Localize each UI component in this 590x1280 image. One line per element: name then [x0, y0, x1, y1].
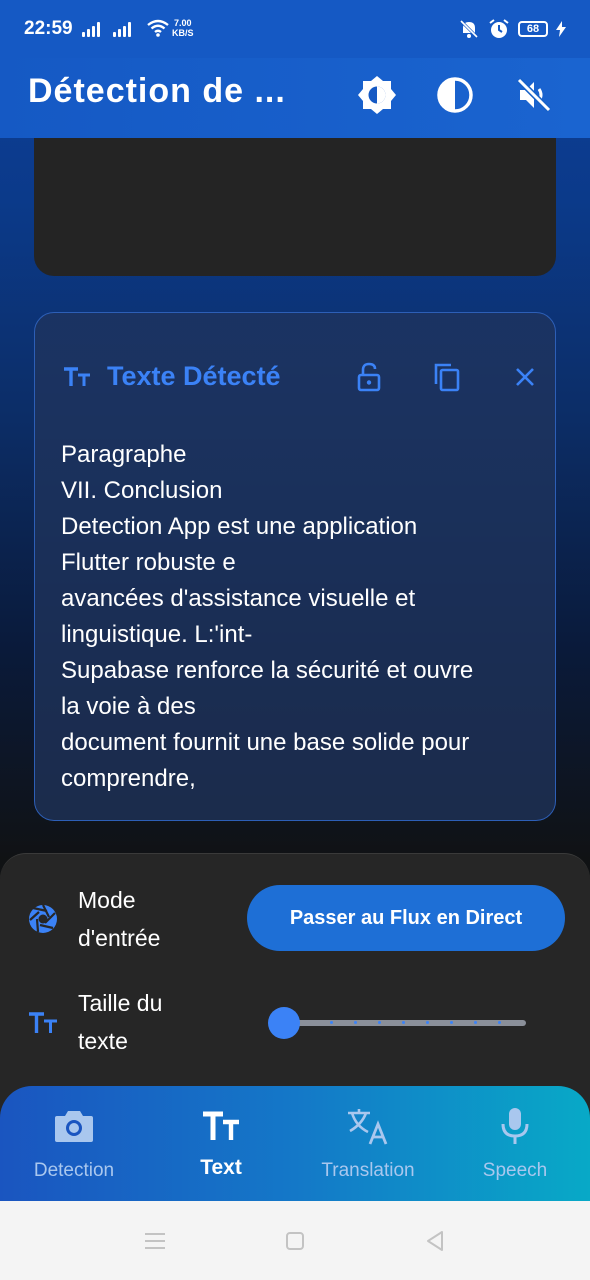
- network-speed: 7.00 KB/S: [172, 18, 194, 38]
- slider-tick: [330, 1021, 333, 1024]
- text-size-slider[interactable]: [268, 1006, 528, 1040]
- slider-tick: [402, 1021, 405, 1024]
- controls-panel: Mode d'entrée Passer au Flux en Direct T…: [0, 853, 590, 1123]
- menu-icon[interactable]: [141, 1227, 169, 1255]
- detected-text-line: avancées d'assistance visuelle et: [61, 585, 416, 612]
- input-mode-label-line: d'entrée: [78, 925, 161, 951]
- status-bar: 22:59 7.00 KB/S 68: [0, 0, 590, 58]
- signal-icon: [113, 21, 131, 37]
- card-title: Texte Détecté: [107, 361, 281, 391]
- status-right: 68: [458, 18, 566, 40]
- nav-label: Text: [200, 1156, 242, 1179]
- detected-text-line: VII. Conclusion: [61, 477, 223, 504]
- slider-tick: [354, 1021, 357, 1024]
- app-bar: Détection de ...: [0, 58, 590, 138]
- nav-item-speech[interactable]: Speech: [441, 1104, 589, 1194]
- text-size-icon: [26, 1006, 60, 1040]
- slider-tick: [450, 1021, 453, 1024]
- slider-tick: [474, 1021, 477, 1024]
- system-nav-bar: [0, 1201, 590, 1280]
- text-icon: [147, 1104, 295, 1148]
- card-header: Texte Détecté: [61, 357, 534, 397]
- nav-item-detection[interactable]: Detection: [0, 1104, 148, 1194]
- nav-item-text[interactable]: Text: [147, 1104, 295, 1194]
- text-size-label: Taille du texte: [78, 984, 162, 1060]
- slider-thumb[interactable]: [268, 1007, 300, 1039]
- text-size-icon: [61, 361, 93, 393]
- switch-live-stream-button[interactable]: Passer au Flux en Direct: [247, 885, 565, 951]
- detected-text-line: Flutter robuste e: [61, 549, 236, 576]
- charging-icon: [556, 21, 566, 37]
- camera-icon: [0, 1104, 148, 1148]
- wifi-icon: [147, 19, 169, 37]
- lock-open-icon[interactable]: [353, 361, 385, 393]
- detected-text-line: la voie à des: [61, 693, 196, 720]
- signal-icon: [82, 21, 100, 37]
- network-speed-unit: KB/S: [172, 28, 194, 38]
- nav-label: Translation: [321, 1160, 415, 1181]
- detected-text-line: comprendre,: [61, 765, 196, 792]
- bottom-nav: Detection Text Translation Speech: [0, 1086, 590, 1201]
- app-title: Détection de ...: [28, 72, 286, 110]
- camera-shutter-icon: [26, 902, 60, 936]
- nav-label: Detection: [33, 1160, 115, 1181]
- mic-icon: [441, 1104, 589, 1148]
- alarm-icon: [489, 19, 509, 38]
- detected-text-line: Supabase renforce la sécurité et ouvre: [61, 657, 474, 684]
- detected-text-line: Detection App est une application: [61, 513, 418, 540]
- detected-text-line: document fournit une base solide pour: [61, 729, 470, 756]
- detected-text-line: Paragraphe: [61, 441, 187, 468]
- slider-tick: [498, 1021, 501, 1024]
- text-size-label-line: texte: [78, 1028, 128, 1054]
- slider-tick: [426, 1021, 429, 1024]
- nav-item-translation[interactable]: Translation: [294, 1104, 442, 1194]
- text-size-label-line: Taille du: [78, 990, 163, 1016]
- close-icon[interactable]: [509, 361, 541, 393]
- detected-text-line: linguistique. L:'int-: [61, 621, 253, 648]
- camera-preview: [34, 138, 556, 276]
- app-screen: 22:59 7.00 KB/S 68 Détection de ... Text…: [0, 0, 590, 1280]
- slider-tick: [378, 1021, 381, 1024]
- back-icon[interactable]: [421, 1227, 449, 1255]
- input-mode-label-line: Mode: [78, 887, 136, 913]
- input-mode-label: Mode d'entrée: [78, 881, 160, 957]
- translate-icon: [294, 1104, 442, 1148]
- bell-off-icon: [459, 19, 479, 39]
- home-icon[interactable]: [281, 1227, 309, 1255]
- nav-label: Speech: [482, 1160, 548, 1181]
- network-speed-value: 7.00: [173, 18, 192, 28]
- brightness-icon[interactable]: [356, 74, 398, 116]
- battery-icon: 68: [518, 21, 548, 37]
- status-time: 22:59: [24, 18, 73, 39]
- detected-text-card: Texte Détecté Paragraphe VII. Conclusion…: [34, 312, 556, 821]
- volume-off-icon[interactable]: [513, 74, 555, 116]
- copy-icon[interactable]: [431, 361, 463, 393]
- detected-text-body: Paragraphe VII. Conclusion Detection App e…: [61, 437, 531, 797]
- contrast-icon[interactable]: [434, 74, 476, 116]
